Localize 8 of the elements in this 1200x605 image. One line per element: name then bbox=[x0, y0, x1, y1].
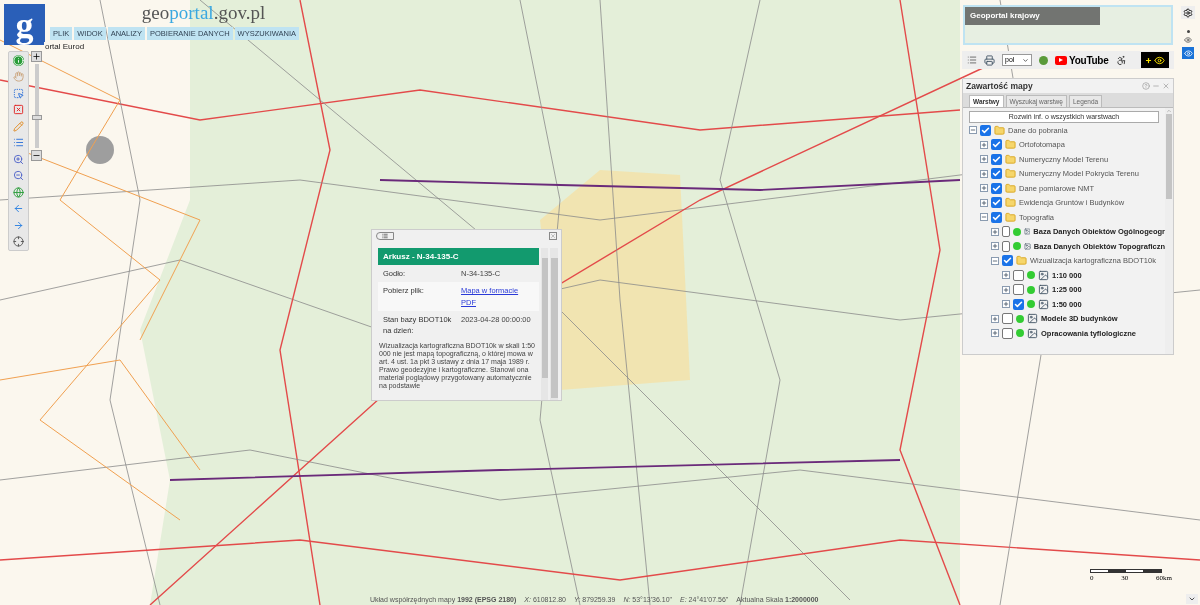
logo[interactable]: g bbox=[4, 4, 45, 45]
overview-map[interactable]: Geoportal krajowy bbox=[963, 5, 1173, 45]
panel-title: Zawartość mapy bbox=[966, 79, 1033, 93]
overview-title: Geoportal krajowy bbox=[965, 7, 1100, 25]
map-label: ortal Eurod bbox=[44, 42, 86, 51]
site-title: geoportal.gov.pl bbox=[140, 3, 266, 22]
youtube-button[interactable]: YouTube bbox=[1055, 52, 1109, 68]
sheet-title: Arkusz - N-34-135-C bbox=[378, 248, 539, 265]
